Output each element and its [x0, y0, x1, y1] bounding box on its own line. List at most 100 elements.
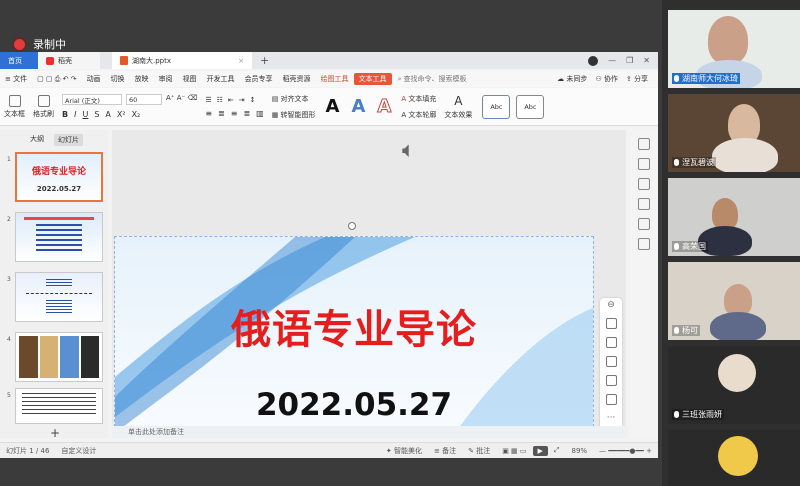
image-icon[interactable]: [638, 218, 650, 230]
font-size-select[interactable]: 60: [126, 94, 162, 105]
notes-area[interactable]: 单击此处添加备注: [112, 426, 628, 438]
play-button[interactable]: ▶: [532, 445, 548, 456]
sync-label: 未同步: [566, 75, 588, 83]
thumb-number: 4: [7, 336, 11, 343]
speaker-icon[interactable]: 🔈︎: [402, 138, 415, 163]
frame-icon[interactable]: [605, 375, 617, 386]
fit-icon[interactable]: ⤢: [548, 446, 566, 455]
mic-icon: [674, 243, 679, 250]
participant-tile-6[interactable]: [668, 430, 800, 486]
text-effect-button[interactable]: A 文本效果: [440, 94, 476, 120]
slide-title[interactable]: 俄语专业导论: [115, 297, 593, 355]
beautify-button[interactable]: ✦ 智能美化: [380, 446, 428, 456]
menu-resources[interactable]: 稻壳资源: [278, 74, 316, 84]
smart-shape-button[interactable]: ▦ 转智能图形: [272, 110, 316, 120]
font-format-icons[interactable]: B I U S A X² X₂: [62, 110, 140, 119]
slide-date[interactable]: 2022.05.27: [115, 387, 593, 423]
restore-icon[interactable]: ❐: [626, 56, 633, 65]
menu-text-tools[interactable]: 文本工具: [353, 73, 392, 85]
align-text-label: 对齐文本: [280, 94, 309, 103]
participant-tile-3[interactable]: 高荣国: [668, 178, 800, 256]
menu-review[interactable]: 审阅: [154, 74, 178, 84]
tab-docer[interactable]: 稻壳: [38, 52, 100, 69]
thumb-title: 俄语专业导论: [31, 167, 86, 177]
quick-tools-icon[interactable]: ▢ ▢ ⎙ ↶ ↷: [32, 75, 81, 84]
lightbulb-icon[interactable]: [605, 394, 617, 405]
thumb-date: 2022.05.27: [36, 185, 82, 193]
new-tab-icon[interactable]: +: [260, 54, 269, 67]
comment-button[interactable]: ✎ 批注: [462, 446, 496, 456]
notes-button[interactable]: ≡ 备注: [428, 446, 462, 456]
text-style-blue[interactable]: A: [345, 96, 371, 117]
view-mode-icons[interactable]: ▣ ▦ ▭: [496, 447, 532, 455]
align-text-button[interactable]: ▤ 对齐文本: [272, 94, 309, 104]
participant-video: [710, 312, 766, 340]
notes-placeholder: 单击此处添加备注: [128, 428, 184, 436]
participant-avatar: [718, 354, 756, 392]
menu-animation[interactable]: 动画: [82, 74, 106, 84]
sync-button[interactable]: ☁ 未同步: [557, 74, 587, 84]
text-style-black[interactable]: A: [320, 96, 346, 117]
slide-thumbnail-3[interactable]: [15, 272, 103, 322]
participant-tile-1[interactable]: 湖南师大何冰琦: [668, 10, 800, 88]
copy-icon[interactable]: [638, 178, 650, 190]
floating-toolbar: ⊖ ···: [600, 298, 622, 430]
tab-home[interactable]: 首页: [0, 52, 38, 69]
settings-icon[interactable]: [638, 138, 650, 150]
tab-slides[interactable]: 幻灯片: [54, 134, 83, 146]
window-close-icon[interactable]: ✕: [643, 56, 650, 65]
menu-slideshow[interactable]: 放映: [130, 74, 154, 84]
eraser-icon[interactable]: [605, 356, 617, 367]
tab-outline[interactable]: 大纲: [30, 134, 44, 146]
pen-icon[interactable]: [605, 337, 617, 348]
participant-panel: 湖南师大何冰琦 涅瓦碧波 高荣国 杨可 三班张雨妍: [662, 0, 800, 486]
text-style-outline[interactable]: A: [371, 96, 397, 118]
menu-drawing-tools[interactable]: 绘图工具: [316, 74, 354, 84]
more-icon[interactable]: ···: [600, 413, 622, 423]
share-button[interactable]: ⇪ 分享: [626, 74, 648, 84]
menu-file[interactable]: ≡ 文件: [0, 74, 32, 84]
align-icons[interactable]: ≡ ≣ ≡ ≣ ▥: [205, 109, 263, 118]
collapse-icon[interactable]: ⊖: [600, 300, 622, 310]
notes-button-label: 备注: [442, 446, 457, 455]
location-icon[interactable]: [638, 238, 650, 250]
menu-member[interactable]: 会员专享: [240, 74, 278, 84]
text-fill-label: 文本填充: [408, 94, 437, 103]
star-icon[interactable]: [638, 158, 650, 170]
command-search[interactable]: ⌕ 查找命令、搜索模板: [398, 74, 467, 84]
menu-view[interactable]: 视图: [178, 74, 202, 84]
account-avatar[interactable]: [588, 55, 599, 66]
participant-name-text: 高荣国: [682, 242, 706, 251]
current-slide[interactable]: 俄语专业导论 2022.05.27: [114, 236, 594, 432]
participant-tile-5[interactable]: 三班张雨妍: [668, 346, 800, 424]
slide-editor: 🔈︎ 俄语专业导论 2022.05.27: [112, 130, 626, 438]
shape-style-1[interactable]: Abc: [482, 94, 511, 119]
close-icon[interactable]: ×: [238, 57, 244, 65]
slide-thumbnail-4[interactable]: [15, 332, 103, 382]
format-painter-button[interactable]: 格式刷: [29, 94, 58, 119]
minimize-icon[interactable]: —: [608, 56, 616, 65]
zoom-slider[interactable]: — ━━━━━●━━ +: [593, 447, 658, 455]
font-select[interactable]: Arial (正文): [62, 94, 122, 105]
right-sidebar: [630, 130, 658, 438]
menu-transition[interactable]: 切换: [106, 74, 130, 84]
slide-thumbnail-5[interactable]: [15, 388, 103, 424]
add-slide-icon[interactable]: +: [50, 426, 60, 440]
help-icon[interactable]: [638, 198, 650, 210]
rotate-handle[interactable]: [348, 222, 356, 230]
slide-thumbnail-2[interactable]: [15, 212, 103, 262]
layers-icon[interactable]: [605, 318, 617, 329]
participant-tile-4[interactable]: 杨可: [668, 262, 800, 340]
menu-devtools[interactable]: 开发工具: [202, 74, 240, 84]
participant-tile-2[interactable]: 涅瓦碧波: [668, 94, 800, 172]
slide-thumbnail-1[interactable]: 俄语专业导论 2022.05.27: [15, 152, 103, 202]
shape-style-2[interactable]: Abc: [516, 94, 545, 119]
collab-button[interactable]: ⚇ 协作: [595, 74, 618, 84]
list-icons[interactable]: ☰ ☷ ⇤ ⇥ ↕: [205, 96, 255, 104]
textbox-button[interactable]: 文本框: [0, 94, 29, 119]
text-fill-button[interactable]: A 文本填充: [401, 94, 436, 104]
tab-document[interactable]: 湖南大.pptx ×: [112, 52, 252, 69]
tab-bar: 首页 稻壳 湖南大.pptx × + — ❐ ✕: [0, 52, 658, 69]
text-outline-button[interactable]: A 文本轮廓: [401, 110, 436, 120]
font-size-controls-icon[interactable]: A⁺ A⁻ ⌫: [166, 94, 197, 105]
